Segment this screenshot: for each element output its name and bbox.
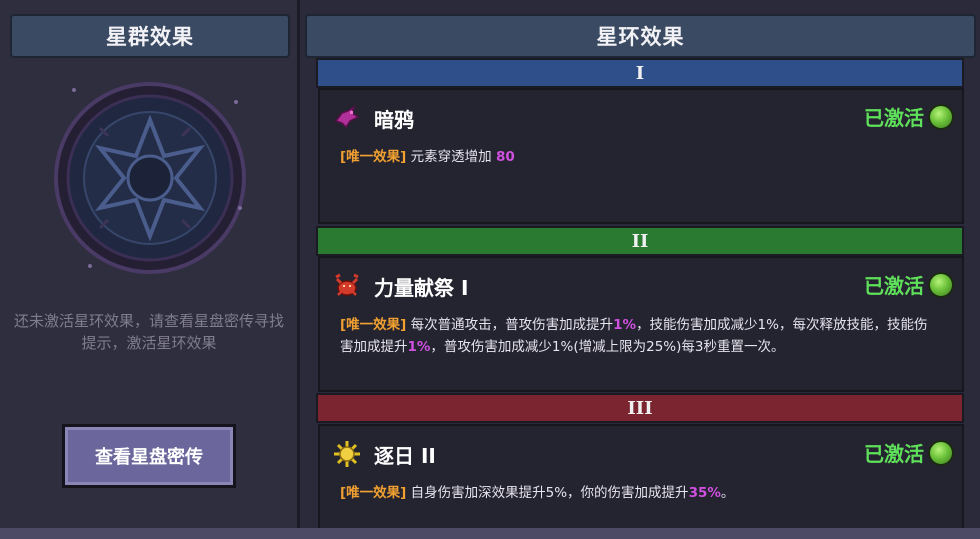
crab-icon <box>335 273 359 296</box>
view-star-disk-secrets-button[interactable]: 查看星盘密传 <box>62 424 236 488</box>
ring-effect-card-2: 力量献祭 I 已激活 [唯一效果] 每次普通攻击，普攻伤害加成提升1%，技能伤害… <box>318 256 964 392</box>
star-disk-image <box>40 68 260 288</box>
effect-description: [唯一效果] 自身伤害加深效果提升5%，你的伤害加成提升35%。 <box>340 485 735 501</box>
unique-effect-tag: [唯一效果] <box>340 485 407 501</box>
crow-icon <box>334 105 360 129</box>
status-active: 已激活 <box>864 274 924 298</box>
status-indicator-icon <box>928 440 954 466</box>
ring-effect-card-3: 逐日 II 已激活 [唯一效果] 自身伤害加深效果提升5%，你的伤害加成提升35… <box>318 424 964 530</box>
status-indicator-icon <box>928 104 954 130</box>
star-disk-icon <box>54 82 246 274</box>
ring-tier-1-bar: I <box>316 58 964 88</box>
effect-description: [唯一效果] 元素穿透增加 80 <box>340 149 515 165</box>
effect-name: 逐日 II <box>374 443 436 468</box>
ring-effect-card-1: 暗鸦 已激活 [唯一效果] 元素穿透增加 80 <box>318 88 964 224</box>
sun-icon <box>334 441 360 467</box>
effect-name: 暗鸦 <box>374 107 414 132</box>
effect-name: 力量献祭 I <box>374 275 469 300</box>
unique-effect-tag: [唯一效果] <box>340 149 407 165</box>
effect-description: [唯一效果] 每次普通攻击，普攻伤害加成提升1%，技能伤害加成减少1%，每次释放… <box>340 317 928 355</box>
status-active: 已激活 <box>864 442 924 466</box>
constellation-effect-title: 星群效果 <box>10 14 290 58</box>
ring-tier-2-bar: II <box>316 226 964 256</box>
bottom-frame-strip <box>0 528 980 539</box>
status-indicator-icon <box>928 272 954 298</box>
status-active: 已激活 <box>864 106 924 130</box>
ring-tier-3-bar: III <box>316 393 964 423</box>
star-ring-effect-title: 星环效果 <box>305 14 976 58</box>
inactive-hint-text: 还未激活星环效果，请查看星盘密传寻找提示，激活星环效果 <box>13 312 284 352</box>
unique-effect-tag: [唯一效果] <box>340 317 407 333</box>
